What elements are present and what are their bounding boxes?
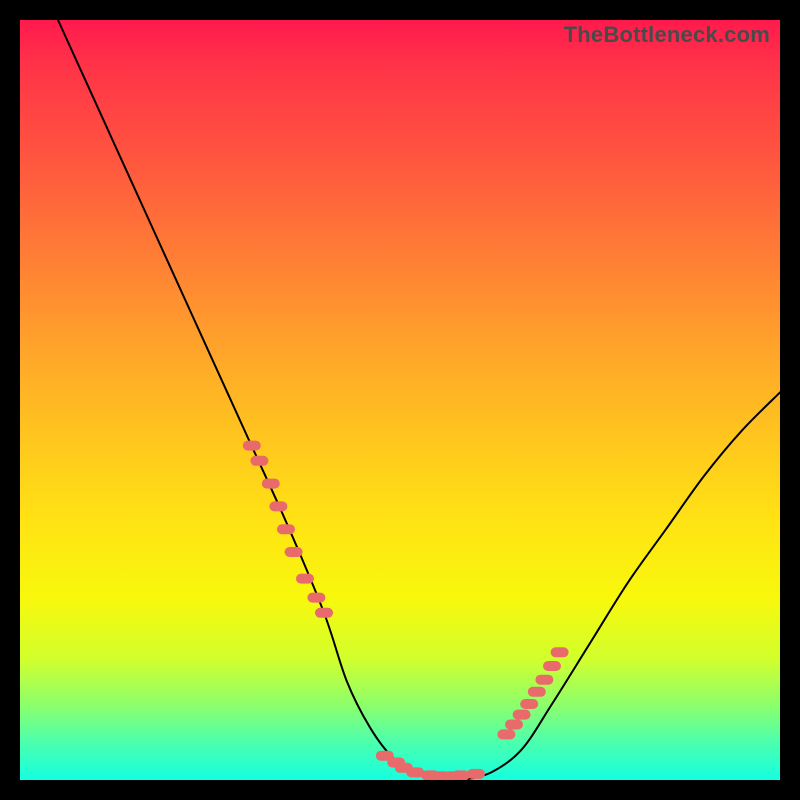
marker-dot (307, 593, 325, 603)
marker-dot (513, 710, 531, 720)
marker-dot (269, 501, 287, 511)
marker-dot (262, 479, 280, 489)
marker-dot (296, 574, 314, 584)
outer-frame: TheBottleneck.com (0, 0, 800, 800)
marker-dot (520, 699, 538, 709)
marker-dot (285, 547, 303, 557)
marker-dot (497, 729, 515, 739)
chart-svg (20, 20, 780, 780)
marker-dot (250, 456, 268, 466)
marker-dot (243, 441, 261, 451)
marker-dot (528, 687, 546, 697)
marker-dot (535, 675, 553, 685)
marker-dot (277, 524, 295, 534)
plot-area: TheBottleneck.com (20, 20, 780, 780)
marker-dot (315, 608, 333, 618)
marker-dot (551, 647, 569, 657)
marker-dot (452, 770, 470, 780)
highlight-dots (243, 441, 569, 780)
marker-dot (505, 720, 523, 730)
marker-dot (467, 769, 485, 779)
bottleneck-curve (58, 20, 780, 780)
marker-dot (543, 661, 561, 671)
